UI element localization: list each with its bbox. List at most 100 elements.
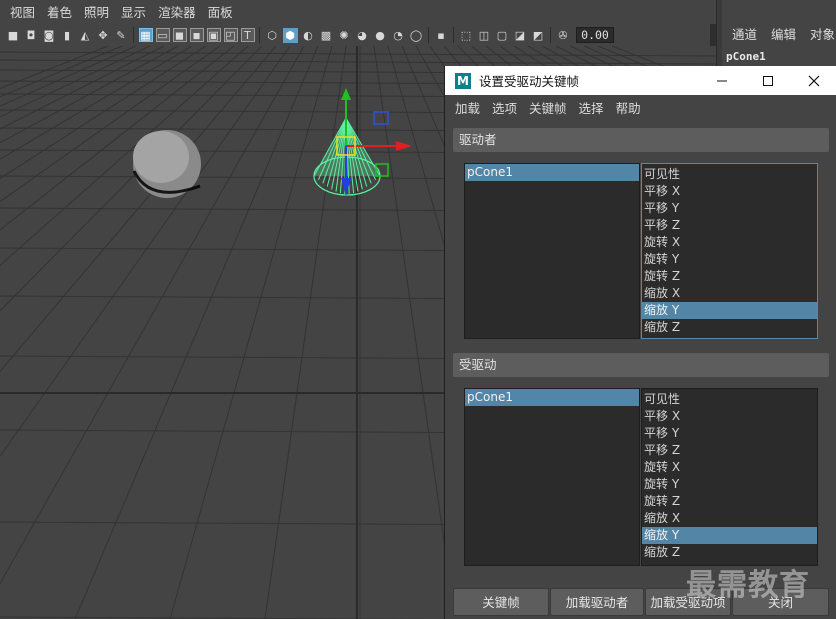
driver-attribute-item[interactable]: 缩放 X [642,285,817,302]
toolbar-separator [259,27,260,43]
image-plane-icon[interactable]: ◭ [78,28,93,43]
channel-menu-channels[interactable]: 通道 [732,24,757,43]
panel-menu-item-0[interactable]: 视图 [4,0,41,26]
ambient-occlusion-icon[interactable]: ● [373,28,388,43]
panel-menu-item-3[interactable]: 显示 [115,0,152,26]
driver-attribute-list[interactable]: 可见性 平移 X 平移 Y 平移 Z 旋转 X 旋转 Y 旋转 Z 缩放 X 缩放 Y 缩放 Z [641,163,818,339]
panel-menu-item-2[interactable]: 照明 [78,0,115,26]
dialog-menubar: 加载 选项 关键帧 选择 帮助 [445,95,836,119]
driver-attribute-item[interactable]: 平移 Y [642,200,817,217]
safe-title-icon[interactable]: T [240,28,255,42]
driven-attribute-item[interactable]: 平移 X [642,408,817,425]
close-icon [808,75,820,86]
xray-joints-icon[interactable]: ▢ [495,28,510,43]
dialog-titlebar[interactable]: M 设置受驱动关键帧 [445,66,836,95]
key-button[interactable]: 关键帧 [453,588,549,616]
camera-pan-icon[interactable]: ✥ [96,28,111,43]
driver-object-list[interactable]: pCone1 [464,163,640,339]
minimize-button[interactable] [699,66,745,95]
channel-menu-object[interactable]: 对象 [810,24,835,43]
grease-pencil-icon[interactable]: ✎ [114,28,129,43]
sphere-highlight [133,131,189,183]
driver-attribute-item[interactable]: 平移 X [642,183,817,200]
manip-y-arrow [341,88,351,100]
shadows-icon[interactable]: ◕ [355,28,370,43]
driver-attribute-item[interactable]: 平移 Z [642,217,817,234]
driver-object-item[interactable]: pCone1 [465,164,639,181]
panel-menu-item-5[interactable]: 面板 [202,0,239,26]
manip-x-arrow [396,141,412,151]
isolate-select-icon[interactable]: ⬚ [459,28,474,43]
field-chart-icon[interactable]: ▣ [206,28,221,42]
manip-plane-xy [373,111,389,125]
wireframe-icon[interactable]: ⬡ [265,28,280,43]
driven-attribute-list[interactable]: 可见性 平移 X 平移 Y 平移 Z 旋转 X 旋转 Y 旋转 Z 缩放 X 缩放 Y 缩放 Z [641,388,818,566]
driven-attribute-item[interactable]: 旋转 Z [642,493,817,510]
panel-menu-item-4[interactable]: 渲染器 [152,0,202,26]
maya-app-icon: M [455,72,471,89]
dialog-menu-item-1[interactable]: 选项 [486,98,523,117]
dialog-menu-item-2[interactable]: 关键帧 [523,98,573,117]
depth-of-field-icon[interactable]: ▪ [434,28,449,43]
resolution-gate-icon[interactable]: ◼ [172,28,187,42]
toolbar-separator [133,27,134,43]
driver-attribute-item[interactable]: 可见性 [642,166,817,183]
maximize-icon [763,75,773,86]
driver-attribute-item[interactable]: 缩放 Y [642,302,817,319]
driven-object-item[interactable]: pCone1 [465,389,639,406]
panel-toolbar: ■ ◘ ◙ ▮ ◭ ✥ ✎ ▦ ▭ ◼ ◾ ▣ ◰ T ⬡ ⬢ ◐ ▩ ✺ ◕ ● ◔ ◯ ▪ ⬚ ◫ ▢ ◪ ◩ ✇ 0.00 [0,24,716,68]
dialog-menu-item-3[interactable]: 选择 [573,98,610,117]
safe-action-icon[interactable]: ◰ [223,28,238,42]
driven-attribute-item[interactable]: 旋转 Y [642,476,817,493]
maximize-button[interactable] [745,66,791,95]
minimize-icon [717,80,727,81]
camera-attr-icon[interactable]: ◙ [42,28,57,43]
driven-attribute-item[interactable]: 缩放 X [642,510,817,527]
load-driver-button[interactable]: 加载驱动者 [550,588,644,616]
panel-menubar: 视图 着色 照明 显示 渲染器 面板 [0,0,716,26]
grid-icon[interactable]: ▦ [138,28,153,42]
toolbar-separator [428,27,429,43]
gate-mask-icon[interactable]: ◾ [189,28,204,42]
driver-attribute-item[interactable]: 旋转 Z [642,268,817,285]
watermark-text: 最需教育 [686,568,810,603]
channel-object-name: pCone1 [726,50,766,63]
driver-attribute-item[interactable]: 旋转 X [642,234,817,251]
driven-attribute-item[interactable]: 缩放 Y [642,527,817,544]
driven-attribute-item[interactable]: 旋转 X [642,459,817,476]
bookmark-icon[interactable]: ▮ [60,28,75,43]
set-driven-key-dialog: M 设置受驱动关键帧 加载 选项 关键帧 选择 帮助 驱动者 pCone1 可见性 平移 … [444,66,836,619]
exposure-field[interactable]: 0.00 [576,27,614,43]
driver-attribute-item[interactable]: 旋转 Y [642,251,817,268]
backface-icon[interactable]: ◩ [531,28,546,43]
toolbar-separator [453,27,454,43]
driver-section-header[interactable]: 驱动者 [453,128,829,152]
xray-active-icon[interactable]: ◪ [513,28,528,43]
textured-icon[interactable]: ▩ [319,28,334,43]
xray-icon[interactable]: ◫ [477,28,492,43]
motion-blur-icon[interactable]: ◔ [391,28,406,43]
driven-attribute-item[interactable]: 平移 Y [642,425,817,442]
panel-menu-item-1[interactable]: 着色 [41,0,78,26]
exposure-icon[interactable]: ✇ [556,28,571,43]
lights-icon[interactable]: ✺ [337,28,352,43]
default-material-icon[interactable]: ◐ [301,28,316,43]
driven-attribute-item[interactable]: 可见性 [642,391,817,408]
driven-attribute-item[interactable]: 缩放 Z [642,544,817,561]
sphere-object [132,130,201,198]
film-gate-icon[interactable]: ▭ [155,28,170,42]
driven-object-list[interactable]: pCone1 [464,388,640,566]
driven-section-header[interactable]: 受驱动 [453,353,829,377]
driver-attribute-item[interactable]: 缩放 Z [642,319,817,336]
dialog-title: 设置受驱动关键帧 [479,74,580,89]
smooth-shade-icon[interactable]: ⬢ [282,27,298,43]
channel-menu-edit[interactable]: 编辑 [771,24,796,43]
driven-attribute-item[interactable]: 平移 Z [642,442,817,459]
camera-lock-icon[interactable]: ◘ [24,28,39,43]
camera-icon[interactable]: ■ [6,28,21,43]
dialog-menu-item-4[interactable]: 帮助 [610,98,647,117]
close-window-button[interactable] [791,66,836,95]
anti-alias-icon[interactable]: ◯ [409,28,424,43]
toolbar-separator [550,27,551,43]
dialog-menu-item-0[interactable]: 加载 [449,98,486,117]
